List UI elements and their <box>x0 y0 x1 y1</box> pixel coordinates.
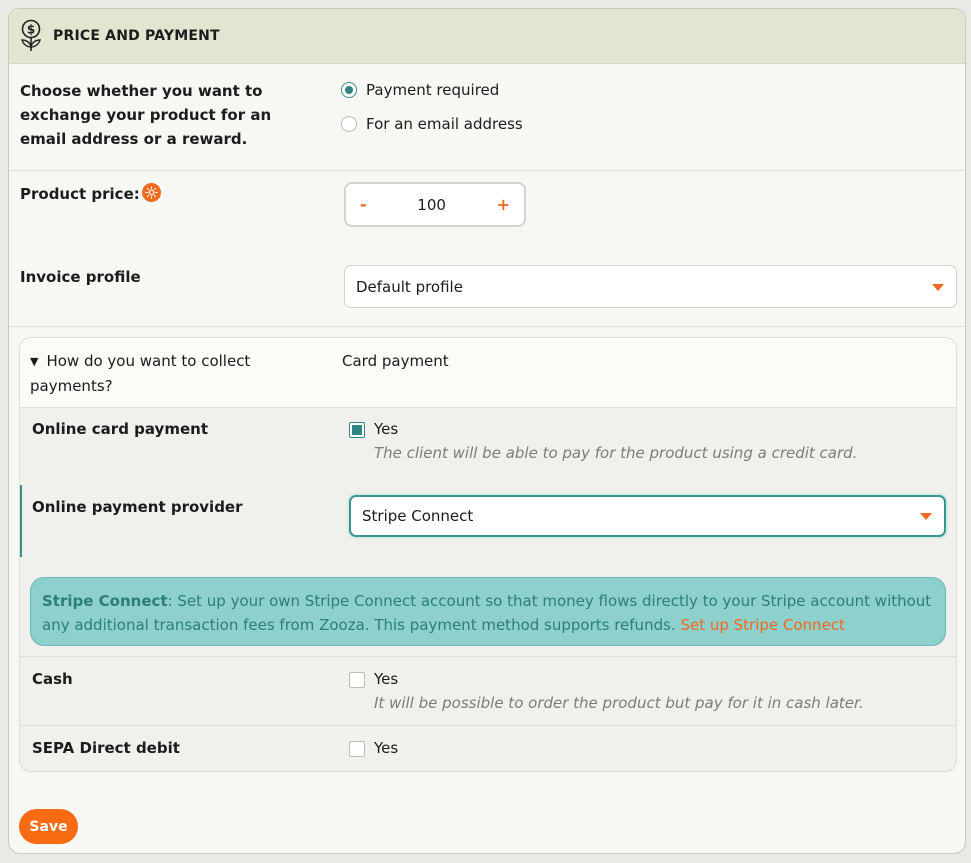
product-price-label: Product price: <box>20 185 140 203</box>
radio-label: Payment required <box>366 81 500 99</box>
online-card-checkbox[interactable] <box>349 422 365 438</box>
cash-checkbox-label: Yes <box>374 670 399 688</box>
divider <box>20 725 956 726</box>
setup-stripe-link[interactable]: Set up Stripe Connect <box>680 616 844 634</box>
cash-checkbox[interactable] <box>349 672 365 688</box>
payment-provider-select[interactable]: Stripe Connect <box>349 495 946 537</box>
price-value[interactable]: 100 <box>417 196 446 214</box>
price-stepper[interactable]: - 100 + <box>344 182 526 227</box>
radio-label: For an email address <box>366 115 523 133</box>
divider <box>9 326 965 327</box>
radio-email-address[interactable]: For an email address <box>341 115 523 133</box>
divider <box>20 656 956 657</box>
collect-payments-toggle[interactable]: ▼ How do you want to collect payments? Ca… <box>20 338 956 408</box>
chevron-down-icon <box>920 513 932 520</box>
exchange-label: Choose whether you want to exchange your… <box>20 82 272 148</box>
save-button[interactable]: Save <box>19 809 78 844</box>
alert-strong: Stripe Connect <box>42 592 168 610</box>
payment-provider-value: Stripe Connect <box>362 507 474 525</box>
cash-hint: It will be possible to order the product… <box>374 694 864 712</box>
invoice-profile-value: Default profile <box>356 277 463 296</box>
collect-question-wrap: ▼ How do you want to collect payments? <box>30 349 270 398</box>
stripe-connect-alert: Stripe Connect: Set up your own Stripe C… <box>30 577 946 646</box>
sepa-checkbox[interactable] <box>349 741 365 757</box>
sepa-checkbox-label: Yes <box>374 739 399 757</box>
sun-icon[interactable] <box>142 183 161 202</box>
online-card-hint: The client will be able to pay for the p… <box>374 444 858 462</box>
invoice-profile-label: Invoice profile <box>20 268 141 286</box>
active-field-indicator <box>20 485 22 557</box>
svg-text:$: $ <box>27 23 35 37</box>
card-title: PRICE AND PAYMENT <box>53 28 220 44</box>
collect-payments-section: ▼ How do you want to collect payments? Ca… <box>19 337 957 772</box>
collect-answer: Card payment <box>342 352 449 370</box>
online-card-checkbox-label: Yes <box>374 420 399 438</box>
decrement-button[interactable]: - <box>360 195 367 214</box>
chevron-down-icon <box>932 283 944 291</box>
caret-down-icon: ▼ <box>30 355 39 368</box>
sepa-label: SEPA Direct debit <box>32 739 180 757</box>
radio-button[interactable] <box>341 82 357 98</box>
radio-payment-required[interactable]: Payment required <box>341 81 499 99</box>
online-card-label: Online card payment <box>32 420 208 438</box>
collect-question: How do you want to collect payments? <box>30 352 251 395</box>
payment-provider-label: Online payment provider <box>32 498 243 516</box>
invoice-profile-select[interactable]: Default profile <box>344 265 957 308</box>
cash-label: Cash <box>32 670 73 688</box>
price-and-payment-card: $ PRICE AND PAYMENT Choose whether you w… <box>8 8 966 854</box>
card-header: $ PRICE AND PAYMENT <box>9 9 965 64</box>
money-plant-icon: $ <box>19 18 45 54</box>
increment-button[interactable]: + <box>497 195 510 214</box>
radio-button[interactable] <box>341 116 357 132</box>
divider <box>9 170 965 171</box>
